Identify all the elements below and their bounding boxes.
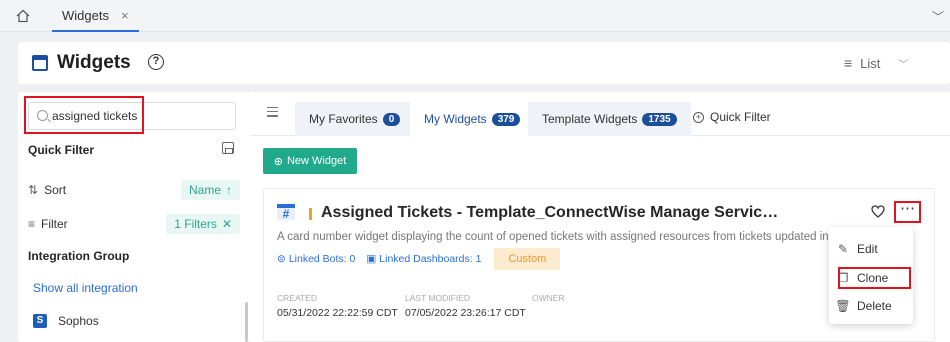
close-icon[interactable]: ×	[121, 8, 129, 23]
help-icon[interactable]: ?	[148, 54, 164, 70]
scrollbar[interactable]	[245, 302, 248, 342]
sort-icon: ⇅	[28, 183, 39, 197]
edit-icon: ✎	[837, 242, 849, 256]
more-options-menu: ✎ Edit ❐ Clone 🗑 Delete	[829, 227, 913, 324]
page-header: Widgets ? ≡ List ﹀	[18, 42, 950, 84]
filter-icon: ≡	[28, 217, 36, 231]
close-icon[interactable]: ✕	[222, 217, 232, 231]
sort-label: Sort	[44, 183, 67, 197]
arrow-up-icon: ↑	[226, 183, 232, 197]
dashboard-icon: ▣	[366, 253, 377, 265]
filter-value: 1 Filters	[174, 217, 217, 231]
menu-item-delete[interactable]: 🗑 Delete	[829, 296, 913, 316]
chevron-down-icon[interactable]: ﹀	[932, 8, 944, 25]
menu-icon[interactable]	[267, 107, 278, 118]
modified-label: LAST MODIFIED	[405, 293, 471, 303]
tab-template-widgets[interactable]: Template Widgets 1735	[528, 102, 691, 136]
quick-filter-label: Quick Filter	[28, 143, 95, 157]
chevron-down-icon: ﹀	[898, 59, 909, 71]
sophos-icon: S	[33, 314, 47, 328]
linked-dashboards-link[interactable]: Linked Dashboards: 1	[379, 253, 481, 265]
created-label: CREATED	[277, 293, 317, 303]
widgets-icon	[32, 55, 48, 71]
owner-label: OWNER	[532, 293, 565, 303]
filter-label: Filter	[41, 217, 68, 231]
integration-group-label: Integration Group	[28, 249, 130, 263]
page-title: Widgets	[57, 52, 131, 73]
home-icon[interactable]	[16, 9, 30, 23]
filter-row: ≡ Filter	[28, 217, 68, 231]
quick-filter-button[interactable]: + Quick Filter	[693, 110, 771, 124]
modified-value: 07/05/2022 23:26:17 CDT	[405, 307, 526, 319]
view-mode-label: List	[860, 55, 881, 71]
tab-my-favorites[interactable]: My Favorites 0	[295, 102, 415, 136]
custom-tag: Custom	[494, 248, 561, 270]
highlight-box-more	[894, 201, 921, 223]
plus-icon: ⊕	[273, 155, 283, 168]
sort-row: ⇅ Sort	[28, 183, 66, 197]
bot-icon: ⊜	[277, 253, 286, 265]
sort-value: Name	[188, 183, 221, 197]
heart-icon[interactable]	[871, 205, 885, 218]
highlight-box-search	[24, 96, 144, 134]
filter-value-pill[interactable]: 1 Filters ✕	[166, 214, 240, 234]
tab-label: My Favorites	[309, 112, 378, 126]
tab-label: Widgets	[62, 7, 109, 23]
status-bar	[309, 208, 312, 220]
quick-filter-label: Quick Filter	[710, 110, 771, 124]
highlight-box-clone	[838, 267, 911, 289]
menu-item-label: Delete	[857, 299, 892, 313]
menu-item-edit[interactable]: ✎ Edit	[829, 239, 913, 259]
filter-sidebar: assigned tickets Quick Filter ⇅ Sort Nam…	[18, 92, 250, 342]
new-widget-label: New Widget	[286, 155, 347, 167]
created-value: 05/31/2022 22:22:59 CDT	[277, 307, 398, 319]
count-badge: 379	[491, 112, 521, 126]
new-widget-button[interactable]: ⊕ New Widget	[263, 148, 357, 174]
sort-value-pill[interactable]: Name ↑	[180, 180, 240, 200]
integration-item-sophos[interactable]: Sophos	[58, 314, 99, 328]
view-mode-select[interactable]: ≡ List ﹀	[844, 55, 908, 71]
list-icon: ≡	[844, 55, 853, 71]
count-badge: 0	[382, 112, 401, 126]
tab-my-widgets[interactable]: My Widgets 379	[410, 102, 535, 136]
tab-label: Template Widgets	[542, 112, 638, 126]
plus-icon: +	[693, 111, 704, 123]
widget-number-icon: #	[277, 204, 295, 220]
widget-description: A card number widget displaying the coun…	[277, 231, 829, 243]
show-all-integration-link[interactable]: Show all integration	[33, 281, 138, 295]
linked-bots-link[interactable]: Linked Bots: 0	[289, 253, 356, 265]
widget-title[interactable]: Assigned Tickets - Template_ConnectWise …	[321, 204, 778, 222]
tab-widgets[interactable]: Widgets ×	[52, 0, 139, 32]
trash-icon: 🗑	[835, 299, 851, 313]
widget-links-row: ⊜ Linked Bots: 0 ▣ Linked Dashboards: 1 …	[277, 248, 561, 270]
count-badge: 1735	[642, 112, 677, 126]
save-icon[interactable]	[222, 142, 234, 154]
menu-item-label: Edit	[857, 242, 878, 256]
tab-bar: Widgets × ﹀	[0, 0, 950, 32]
tab-label: My Widgets	[424, 112, 487, 126]
filter-tabs-bar: My Favorites 0 My Widgets 379 Template W…	[250, 92, 950, 136]
